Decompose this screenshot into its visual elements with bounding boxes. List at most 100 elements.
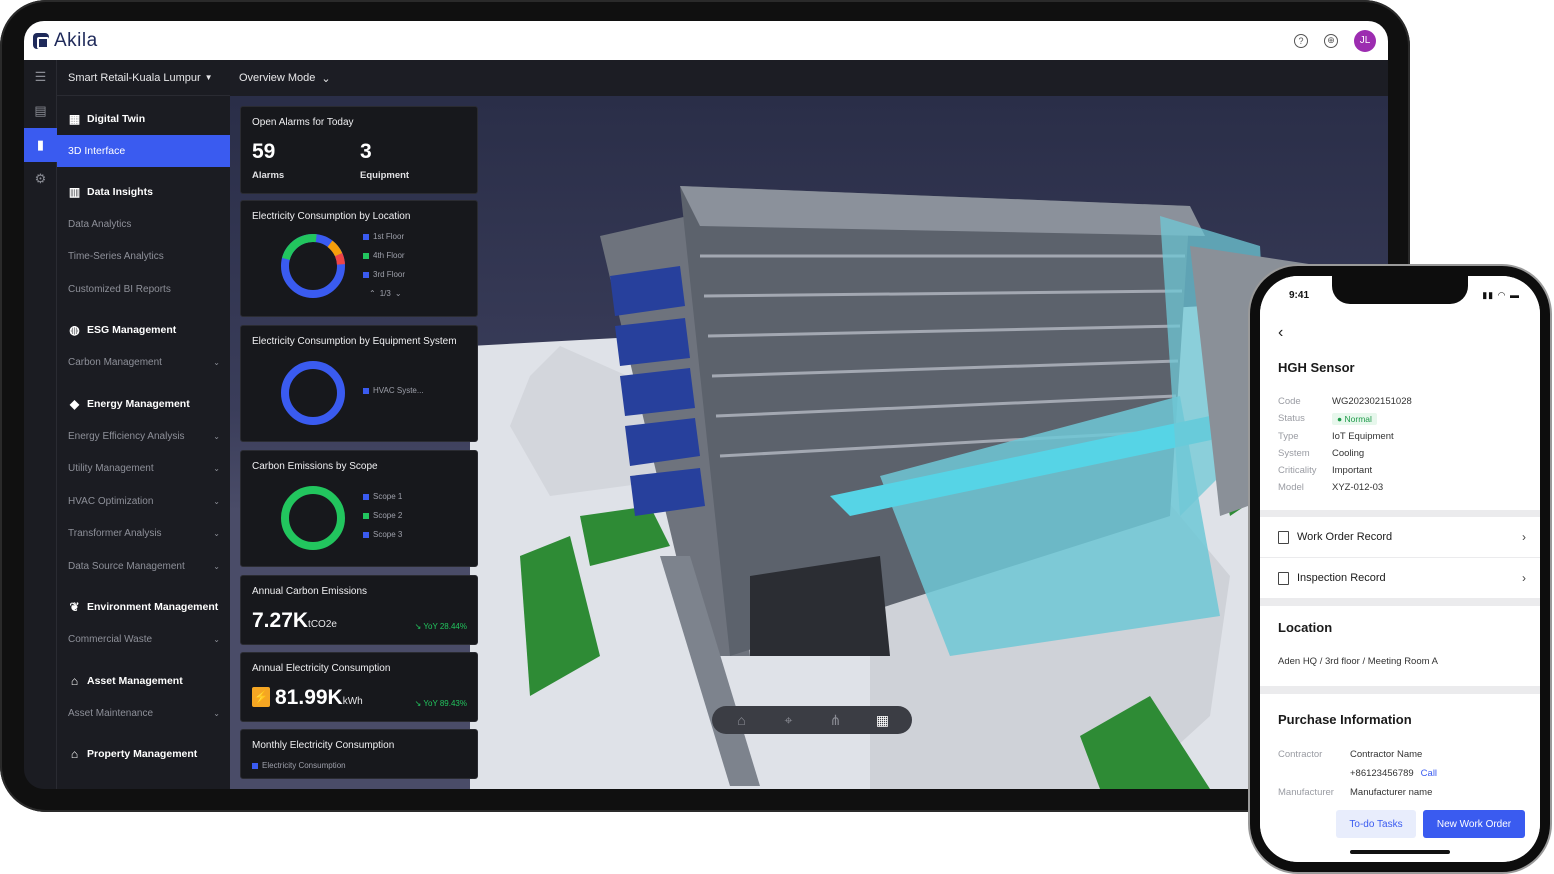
value-text: 7.27K	[252, 609, 309, 632]
focus-icon[interactable]: ⌖	[776, 709, 802, 731]
help-circle-icon[interactable]: ?	[1294, 33, 1308, 48]
nav-asset[interactable]: ⌂ Asset Management	[57, 664, 230, 697]
nav-utility[interactable]: Utility Management ⌄	[57, 453, 230, 486]
legend-item: Electricity Consumption	[262, 761, 346, 770]
nav-data-source[interactable]: Data Source Management ⌄	[57, 550, 230, 583]
card-consumption-by-location[interactable]: Electricity Consumption by Location 1st …	[240, 200, 478, 317]
hierarchy-icon[interactable]: ⋔	[823, 709, 849, 731]
phone-frame: 9:41 ▮▮ ◠ ▬ ‹ HGH Sensor Code WG202302151…	[1250, 266, 1550, 872]
main-area: Overview Mode ⌄ Open Alarms for Today 59…	[230, 60, 1388, 789]
site-selector[interactable]: Smart Retail-Kuala Lumpur ▼	[57, 60, 230, 96]
nav-data-insights[interactable]: ▥ Data Insights	[57, 175, 230, 208]
nav-3d-interface[interactable]: 3D Interface	[57, 135, 230, 167]
nav-data-analytics[interactable]: Data Analytics	[57, 208, 230, 241]
chart-legend: HVAC Syste...	[363, 381, 424, 400]
chevron-down-icon: ⌄	[213, 464, 220, 474]
chevron-down-icon: ⌄	[213, 708, 220, 718]
home-indicator	[1350, 850, 1450, 854]
yoy-indicator: ↘ YoY 89.43%	[414, 699, 467, 708]
legend-item: Scope 1	[373, 492, 403, 501]
sensor-details: 9:41 ▮▮ ◠ ▬ ‹ HGH Sensor Code WG202302151…	[1260, 276, 1540, 510]
card-title: Carbon Emissions by Scope	[252, 461, 378, 472]
inspection-icon	[1278, 571, 1289, 585]
chevron-down-icon: ⌄	[321, 72, 331, 85]
nav-asset-maintenance[interactable]: Asset Maintenance ⌄	[57, 697, 230, 730]
row-label: Inspection Record	[1297, 572, 1386, 584]
nav-energy[interactable]: ◆ Energy Management	[57, 387, 230, 420]
legend-pager: 1/3	[379, 289, 391, 298]
asset-icon: ⌂	[70, 673, 79, 688]
nav-bi-reports[interactable]: Customized BI Reports	[57, 273, 230, 306]
card-monthly-electricity[interactable]: Monthly Electricity Consumption Electric…	[240, 729, 478, 779]
field-key: Contractor	[1278, 749, 1323, 760]
annual-carbon-value: 7.27KtCO2e	[252, 609, 337, 633]
field-value: Manufacturer name	[1350, 787, 1433, 798]
home-icon[interactable]: ⌂	[729, 709, 755, 731]
chevron-down-icon: ⌄	[213, 529, 220, 539]
field-code: Code WG202302151028	[1278, 396, 1412, 407]
field-manufacturer: Manufacturer Manufacturer name	[1278, 787, 1432, 798]
nav-label: Environment Management	[87, 601, 219, 613]
status-time: 9:41	[1289, 290, 1310, 301]
3d-viewport[interactable]: Open Alarms for Today 59 Alarms 3 Equipm…	[230, 96, 1388, 789]
card-consumption-by-system[interactable]: Electricity Consumption by Equipment Sys…	[240, 325, 478, 442]
app-logo[interactable]: Akila	[33, 30, 98, 52]
building-icon[interactable]: ▮	[24, 128, 57, 162]
todo-tasks-button[interactable]: To-do Tasks	[1336, 810, 1416, 838]
nav-label: Carbon Management	[68, 357, 162, 369]
field-criticality: Criticality Important	[1278, 465, 1372, 476]
back-icon[interactable]: ‹	[1278, 324, 1283, 342]
card-carbon-by-scope[interactable]: Carbon Emissions by Scope Scope 1 Scope …	[240, 450, 478, 567]
nav-esg[interactable]: ◍ ESG Management	[57, 314, 230, 347]
chevron-down-icon[interactable]: ⌄	[395, 289, 402, 298]
nav-commercial-waste[interactable]: Commercial Waste ⌄	[57, 624, 230, 657]
field-value: IoT Equipment	[1332, 431, 1394, 442]
nav-carbon[interactable]: Carbon Management ⌄	[57, 347, 230, 380]
nav-environment[interactable]: ❦ Environment Management	[57, 591, 230, 624]
yoy-text: YoY 28.44%	[423, 622, 467, 631]
nav-property[interactable]: ⌂ Property Management	[57, 738, 230, 771]
nav-hvac[interactable]: HVAC Optimization ⌄	[57, 485, 230, 518]
nav-label: Utility Management	[68, 463, 154, 475]
nav-label: Customized BI Reports	[68, 283, 171, 295]
field-key: System	[1278, 448, 1310, 459]
avatar[interactable]: JL	[1354, 29, 1376, 52]
logo-icon	[33, 32, 49, 49]
new-work-order-button[interactable]: New Work Order	[1423, 810, 1525, 838]
globe-icon[interactable]: ⊕	[1324, 33, 1338, 48]
document-icon[interactable]: ▤	[24, 94, 57, 128]
mode-selector[interactable]: Overview Mode ⌄	[230, 60, 1388, 96]
field-value: Cooling	[1332, 448, 1365, 459]
card-annual-carbon[interactable]: Annual Carbon Emissions 7.27KtCO2e ↘ YoY…	[240, 575, 478, 645]
chevron-down-icon: ⌄	[213, 496, 220, 506]
building-icon: ▦	[68, 111, 81, 126]
row-label: Work Order Record	[1297, 531, 1393, 543]
nav-label: Data Insights	[87, 185, 153, 198]
property-icon: ⌂	[70, 747, 79, 761]
chart-legend: Scope 1 Scope 2 Scope 3	[363, 487, 402, 544]
nav-energy-efficiency[interactable]: Energy Efficiency Analysis ⌄	[57, 420, 230, 453]
logo-text: Akila	[54, 29, 98, 51]
nav-digital-twin[interactable]: ▦ Digital Twin	[57, 102, 230, 135]
gear-icon[interactable]: ⚙	[24, 162, 57, 196]
nav-time-series[interactable]: Time-Series Analytics	[57, 241, 230, 274]
field-key: Code	[1278, 396, 1301, 407]
field-system: System Cooling	[1278, 448, 1364, 459]
field-value: Important	[1332, 465, 1373, 476]
chevron-up-icon[interactable]: ⌃	[369, 289, 376, 298]
card-annual-electricity[interactable]: Annual Electricity Consumption ⚡ 81.99Kk…	[240, 652, 478, 722]
menu-icon[interactable]: ☰	[24, 60, 57, 94]
value-text: 81.99K	[275, 686, 343, 709]
call-link[interactable]: Call	[1421, 768, 1437, 779]
nav-label: Data Analytics	[68, 218, 132, 230]
legend-item: Scope 2	[373, 511, 403, 520]
work-order-record-row[interactable]: Work Order Record ›	[1260, 517, 1540, 557]
bar-chart-icon: ▥	[68, 184, 81, 199]
grid-icon[interactable]: ▦	[870, 709, 896, 731]
location-title: Location	[1278, 620, 1333, 635]
nav-label: Property Management	[87, 748, 198, 760]
phone-number: +86123456789	[1350, 768, 1414, 779]
inspection-record-row[interactable]: Inspection Record ›	[1260, 558, 1540, 598]
card-open-alarms[interactable]: Open Alarms for Today 59 Alarms 3 Equipm…	[240, 106, 478, 194]
nav-transformer[interactable]: Transformer Analysis ⌄	[57, 518, 230, 551]
